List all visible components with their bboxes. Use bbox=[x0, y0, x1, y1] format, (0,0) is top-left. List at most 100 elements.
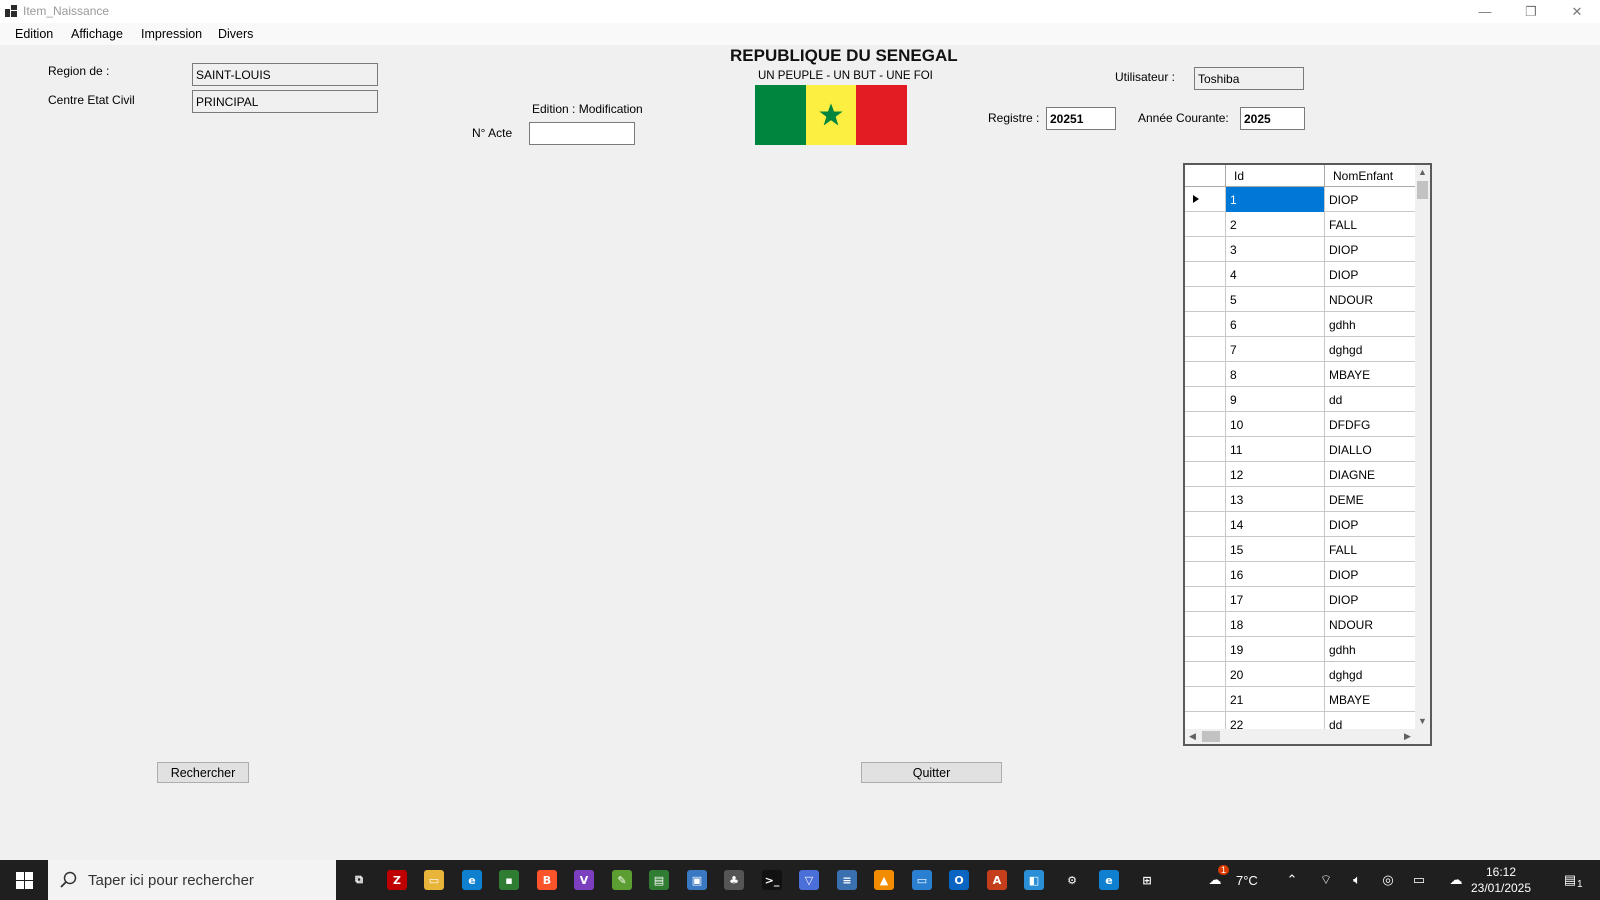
taskbar-edge-2-icon[interactable]: e bbox=[1095, 866, 1123, 894]
cell-id[interactable]: 1 bbox=[1226, 187, 1325, 212]
table-row[interactable]: 10 DFDFG bbox=[1185, 412, 1415, 437]
taskbar-cmd-icon[interactable]: >_ bbox=[758, 866, 786, 894]
close-button[interactable]: ✕ bbox=[1554, 0, 1600, 23]
cell-nomenfant[interactable]: MBAYE bbox=[1325, 362, 1415, 387]
table-row[interactable]: 2 FALL bbox=[1185, 212, 1415, 237]
taskbar-drawing-app-icon[interactable]: ✎ bbox=[608, 866, 636, 894]
cell-nomenfant[interactable]: gdhh bbox=[1325, 637, 1415, 662]
row-selector[interactable] bbox=[1185, 587, 1226, 612]
table-row[interactable]: 7 dghgd bbox=[1185, 337, 1415, 362]
taskbar-terminal-app-icon[interactable]: ▪ bbox=[495, 866, 523, 894]
cell-nomenfant[interactable]: DEME bbox=[1325, 487, 1415, 512]
row-selector[interactable] bbox=[1185, 612, 1226, 637]
cell-nomenfant[interactable]: dd bbox=[1325, 712, 1415, 730]
start-button[interactable] bbox=[0, 860, 48, 900]
clock[interactable]: 16:12 23/01/2025 bbox=[1465, 864, 1537, 896]
cell-id[interactable]: 13 bbox=[1226, 487, 1325, 512]
rechercher-button[interactable]: Rechercher bbox=[157, 762, 249, 783]
taskbar-rdp-app-icon[interactable]: ▭ bbox=[908, 866, 936, 894]
taskbar-visual-studio-icon[interactable]: V bbox=[570, 866, 598, 894]
row-selector[interactable] bbox=[1185, 187, 1226, 212]
taskbar-project-app-icon[interactable]: ▤ bbox=[645, 866, 673, 894]
cell-id[interactable]: 5 bbox=[1226, 287, 1325, 312]
table-row[interactable]: 6 gdhh bbox=[1185, 312, 1415, 337]
taskbar-window-app-icon[interactable]: ⊞ bbox=[1133, 866, 1161, 894]
table-row[interactable]: 19 gdhh bbox=[1185, 637, 1415, 662]
centre-field[interactable]: PRINCIPAL bbox=[192, 90, 378, 113]
cell-id[interactable]: 6 bbox=[1226, 312, 1325, 337]
scroll-up-icon[interactable]: ▲ bbox=[1415, 165, 1430, 180]
cell-nomenfant[interactable]: dghgd bbox=[1325, 337, 1415, 362]
cell-nomenfant[interactable]: DIALLO bbox=[1325, 437, 1415, 462]
taskbar-settings-icon[interactable]: ⚙ bbox=[1058, 866, 1086, 894]
table-row[interactable]: 20 dghgd bbox=[1185, 662, 1415, 687]
vertical-scroll-thumb[interactable] bbox=[1417, 181, 1428, 199]
row-selector[interactable] bbox=[1185, 512, 1226, 537]
cell-nomenfant[interactable]: DFDFG bbox=[1325, 412, 1415, 437]
restore-button[interactable]: ❐ bbox=[1508, 0, 1554, 23]
row-selector[interactable] bbox=[1185, 312, 1226, 337]
cell-id[interactable]: 14 bbox=[1226, 512, 1325, 537]
cell-id[interactable]: 8 bbox=[1226, 362, 1325, 387]
scroll-down-icon[interactable]: ▼ bbox=[1415, 714, 1430, 729]
cell-id[interactable]: 20 bbox=[1226, 662, 1325, 687]
annee-field[interactable]: 2025 bbox=[1240, 107, 1305, 130]
cell-nomenfant[interactable]: DIAGNE bbox=[1325, 462, 1415, 487]
camera-icon[interactable]: ◎ bbox=[1378, 870, 1398, 890]
cell-id[interactable]: 22 bbox=[1226, 712, 1325, 730]
table-row[interactable]: 11 DIALLO bbox=[1185, 437, 1415, 462]
cell-id[interactable]: 9 bbox=[1226, 387, 1325, 412]
row-selector[interactable] bbox=[1185, 362, 1226, 387]
column-header-nomenfant[interactable]: NomEnfant bbox=[1325, 165, 1415, 187]
taskbar-file-explorer-icon[interactable]: ▭ bbox=[420, 866, 448, 894]
cell-nomenfant[interactable]: DIOP bbox=[1325, 562, 1415, 587]
taskbar-access-app-icon[interactable]: A bbox=[983, 866, 1011, 894]
taskbar-remote-app-icon[interactable]: ▣ bbox=[683, 866, 711, 894]
table-row[interactable]: 9 dd bbox=[1185, 387, 1415, 412]
row-selector[interactable] bbox=[1185, 412, 1226, 437]
table-row[interactable]: 22 dd bbox=[1185, 712, 1415, 730]
cell-nomenfant[interactable]: DIOP bbox=[1325, 237, 1415, 262]
cell-nomenfant[interactable]: DIOP bbox=[1325, 187, 1415, 212]
cell-nomenfant[interactable]: DIOP bbox=[1325, 587, 1415, 612]
taskbar-filezilla-icon[interactable]: Z bbox=[383, 866, 411, 894]
table-row[interactable]: 1 DIOP bbox=[1185, 187, 1415, 212]
cell-nomenfant[interactable]: gdhh bbox=[1325, 312, 1415, 337]
vertical-scrollbar[interactable]: ▲ ▼ bbox=[1415, 165, 1430, 729]
row-selector[interactable] bbox=[1185, 637, 1226, 662]
horizontal-scrollbar[interactable]: ◀ ▶ bbox=[1185, 729, 1415, 744]
region-field[interactable]: SAINT-LOUIS bbox=[192, 63, 378, 86]
cell-nomenfant[interactable]: DIOP bbox=[1325, 262, 1415, 287]
records-grid[interactable]: Id NomEnfant 1 DIOP 2 FALL 3 DIOP 4 DIOP 5 NDOUR 6… bbox=[1183, 163, 1432, 746]
quitter-button[interactable]: Quitter bbox=[861, 762, 1002, 783]
menu-impression[interactable]: Impression bbox=[141, 27, 202, 41]
cell-nomenfant[interactable]: DIOP bbox=[1325, 512, 1415, 537]
cell-nomenfant[interactable]: dd bbox=[1325, 387, 1415, 412]
row-selector[interactable] bbox=[1185, 537, 1226, 562]
table-row[interactable]: 17 DIOP bbox=[1185, 587, 1415, 612]
table-row[interactable]: 18 NDOUR bbox=[1185, 612, 1415, 637]
table-row[interactable]: 4 DIOP bbox=[1185, 262, 1415, 287]
cell-nomenfant[interactable]: FALL bbox=[1325, 537, 1415, 562]
table-row[interactable]: 15 FALL bbox=[1185, 537, 1415, 562]
cell-id[interactable]: 15 bbox=[1226, 537, 1325, 562]
cell-id[interactable]: 18 bbox=[1226, 612, 1325, 637]
table-row[interactable]: 16 DIOP bbox=[1185, 562, 1415, 587]
cell-id[interactable]: 12 bbox=[1226, 462, 1325, 487]
row-selector[interactable] bbox=[1185, 237, 1226, 262]
minimize-button[interactable]: — bbox=[1462, 0, 1508, 23]
row-selector[interactable] bbox=[1185, 462, 1226, 487]
row-selector[interactable] bbox=[1185, 437, 1226, 462]
row-selector[interactable] bbox=[1185, 387, 1226, 412]
cloud-sync-icon[interactable]: ☁ bbox=[1446, 870, 1466, 890]
row-selector[interactable] bbox=[1185, 262, 1226, 287]
cell-id[interactable]: 3 bbox=[1226, 237, 1325, 262]
taskbar-task-view-icon[interactable]: ⧉ bbox=[345, 866, 373, 894]
column-header-id[interactable]: Id bbox=[1226, 165, 1325, 187]
row-selector[interactable] bbox=[1185, 662, 1226, 687]
table-row[interactable]: 14 DIOP bbox=[1185, 512, 1415, 537]
cell-nomenfant[interactable]: FALL bbox=[1325, 212, 1415, 237]
cell-nomenfant[interactable]: NDOUR bbox=[1325, 287, 1415, 312]
grid-header-selector[interactable] bbox=[1185, 165, 1226, 187]
registre-field[interactable]: 20251 bbox=[1046, 107, 1116, 130]
